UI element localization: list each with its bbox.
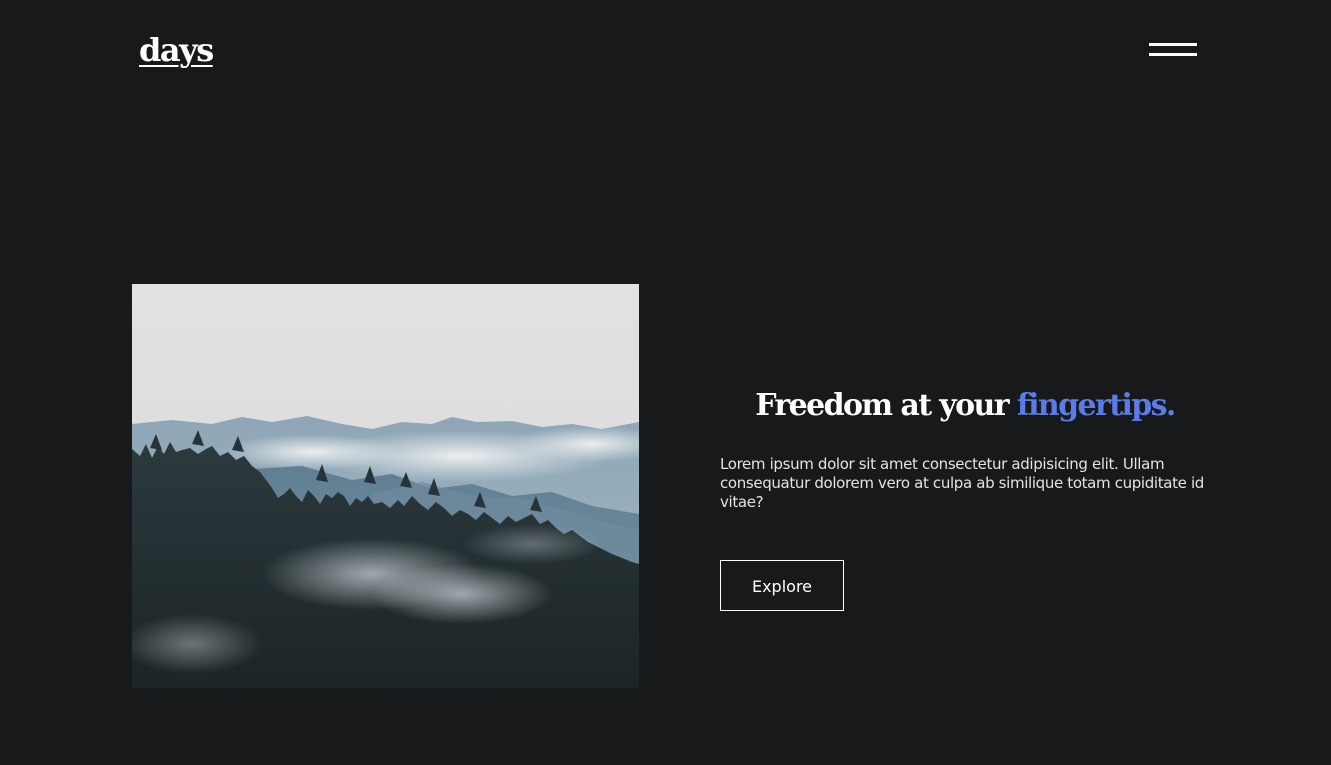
hamburger-menu-icon[interactable]: [1147, 40, 1199, 62]
hero-image: [132, 284, 639, 688]
hero-description: Lorem ipsum dolor sit amet consectetur a…: [720, 455, 1204, 511]
menu-bar: [1149, 53, 1197, 56]
headline-accent: fingertips.: [1016, 388, 1177, 424]
menu-bar: [1149, 43, 1197, 46]
mountain-forest-image: [132, 284, 639, 688]
explore-button[interactable]: Explore: [720, 560, 844, 611]
logo[interactable]: days: [139, 30, 214, 70]
headline-main: Freedom at your: [755, 388, 1017, 424]
hero-headline: Freedom at your fingertips.: [720, 382, 1210, 430]
